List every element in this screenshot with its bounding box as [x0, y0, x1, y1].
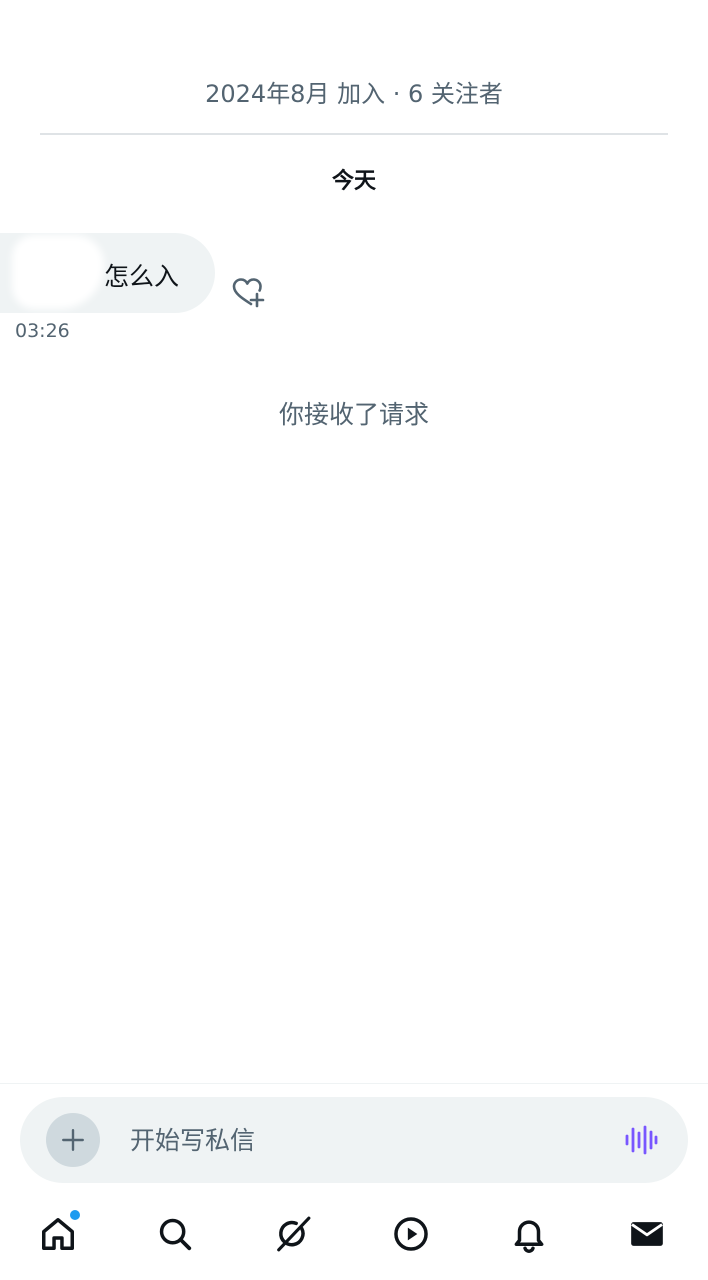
- bell-icon: [514, 1220, 544, 1253]
- tab-messages[interactable]: [627, 1214, 667, 1254]
- plus-icon: [62, 1129, 84, 1151]
- voice-message-button[interactable]: [624, 1123, 658, 1157]
- home-icon: [42, 1218, 74, 1250]
- redacted-area: [12, 235, 104, 309]
- divider: [40, 133, 668, 135]
- message-timestamp: 03:26: [15, 320, 70, 342]
- attach-button[interactable]: [46, 1113, 100, 1167]
- play-icon: [394, 1217, 428, 1251]
- tab-video[interactable]: [391, 1214, 431, 1254]
- profile-meta: 2024年8月 加入 · 6 关注者: [205, 80, 503, 108]
- search-icon: [159, 1218, 192, 1251]
- voice-waveform-icon: [625, 1125, 658, 1155]
- message-bubble[interactable]: 怎么入: [0, 233, 215, 313]
- add-reaction-icon[interactable]: [230, 276, 266, 310]
- tab-notifications[interactable]: [509, 1214, 549, 1254]
- tab-search[interactable]: [155, 1214, 195, 1254]
- message-text: 怎么入: [104, 262, 180, 291]
- message-composer: [20, 1097, 688, 1183]
- day-separator: 今天: [331, 169, 376, 194]
- message-input[interactable]: [130, 1117, 600, 1163]
- tab-grok[interactable]: [273, 1214, 313, 1254]
- tab-home[interactable]: [38, 1210, 80, 1254]
- divider: [0, 1083, 708, 1084]
- mail-icon: [631, 1222, 663, 1246]
- bottom-tab-bar: [0, 1200, 708, 1280]
- system-notice: 你接收了请求: [278, 400, 429, 429]
- notification-dot: [70, 1210, 80, 1220]
- grok-icon: [277, 1216, 311, 1252]
